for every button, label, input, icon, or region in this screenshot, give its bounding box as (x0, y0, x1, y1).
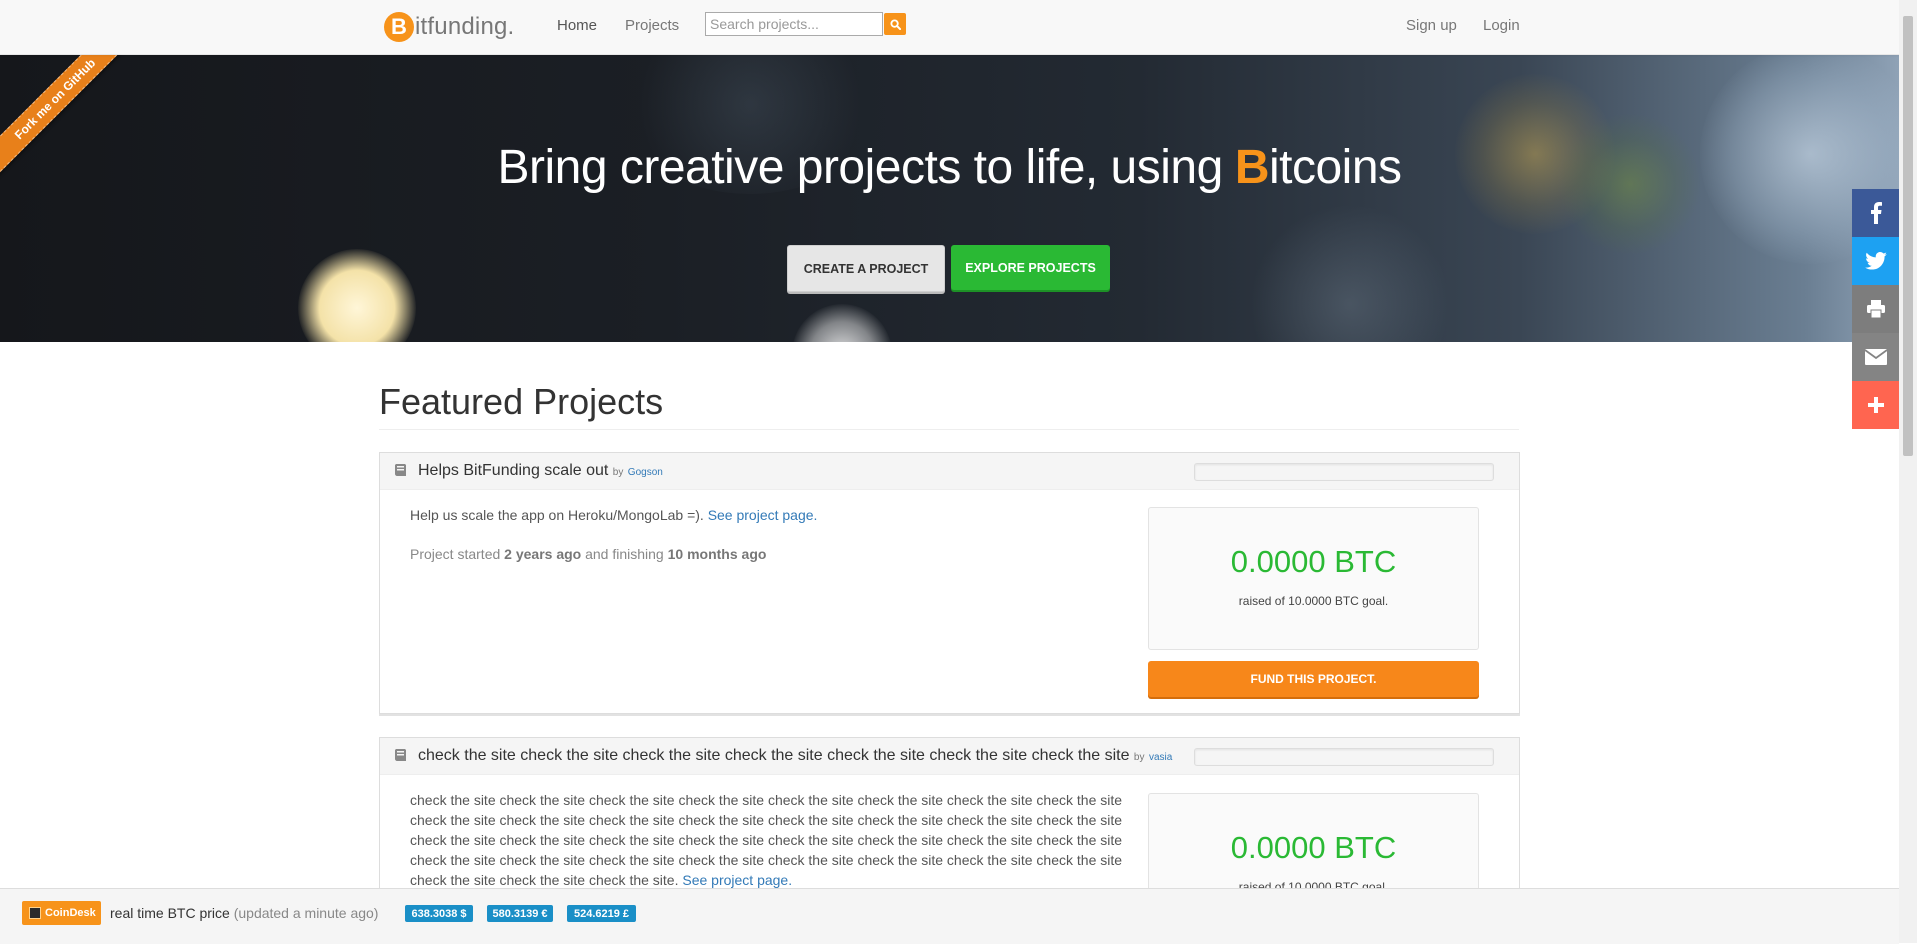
project-dates: Project started 2 years ago and finishin… (410, 546, 766, 562)
by-label: by (612, 467, 624, 478)
raised-amount: 0.0000 BTC (1230, 830, 1397, 865)
hero-banner: Bring creative projects to life, using Bi… (0, 54, 1899, 342)
btc-price-ticker: CoinDesk real time BTC price (updated a … (0, 888, 1899, 944)
see-project-page-link[interactable]: See project page. (708, 507, 818, 523)
navbar: B itfunding. Home Projects Sign up Login (0, 0, 1899, 55)
print-icon (1867, 300, 1885, 318)
bitcoin-symbol-icon: B (1234, 141, 1270, 194)
project-title: check the site check the site check the … (418, 747, 1172, 765)
project-description: Help us scale the app on Heroku/MongoLab… (410, 505, 817, 525)
fund-project-button[interactable]: FUND THIS PROJECT. (1148, 661, 1479, 697)
book-icon (395, 464, 406, 476)
meta-started-label: Project started (410, 546, 501, 562)
scrollbar-thumb[interactable] (1903, 16, 1913, 456)
ticker-label: real time BTC price (updated a minute ag… (110, 905, 378, 921)
share-email[interactable] (1852, 333, 1900, 381)
price-eur: 580.3139 € (487, 905, 553, 922)
share-print[interactable] (1852, 285, 1900, 333)
by-label: by (1133, 752, 1145, 763)
funding-progress-bar (1194, 748, 1494, 766)
price-usd: 638.3038 $ (405, 905, 473, 922)
bokeh-light (1250, 204, 1450, 342)
brand-logo[interactable]: B itfunding. (384, 12, 514, 42)
raised-goal-text: raised of 10.0000 BTC goal. (1238, 594, 1389, 608)
share-facebook[interactable] (1852, 189, 1900, 237)
nav-home[interactable]: Home (557, 17, 597, 34)
project-title: Helps BitFunding scale out by Gogson (418, 462, 663, 480)
search-button[interactable] (884, 13, 906, 35)
bitcoin-logo-icon: B (384, 12, 414, 42)
bokeh-light (298, 249, 416, 342)
nav-login[interactable]: Login (1483, 17, 1520, 34)
raised-amount: 0.0000 BTC (1230, 544, 1397, 579)
create-project-button[interactable]: CREATE A PROJECT (787, 245, 945, 292)
nav-projects[interactable]: Projects (625, 17, 679, 34)
hero-title: Bring creative projects to life, using Bi… (0, 140, 1899, 195)
share-twitter[interactable] (1852, 237, 1900, 285)
bokeh-light (792, 304, 892, 342)
search-icon (889, 18, 901, 30)
plus-icon (1868, 397, 1884, 413)
facebook-icon (1871, 202, 1882, 224)
featured-heading: Featured Projects (379, 381, 664, 422)
section-divider (379, 429, 1519, 430)
price-gbp: 524.6219 £ (567, 905, 636, 922)
see-project-page-link[interactable]: See project page. (682, 872, 792, 888)
project-author-link[interactable]: vasia (1149, 752, 1172, 763)
brand-name: itfunding. (415, 13, 515, 40)
coindesk-logo[interactable]: CoinDesk (22, 901, 101, 925)
ticker-updated: (updated a minute ago) (233, 905, 379, 921)
project-started-value: 2 years ago (504, 546, 582, 562)
twitter-icon (1865, 252, 1887, 270)
ticker-label-text: real time BTC price (110, 905, 230, 921)
project-author-link[interactable]: Gogson (628, 467, 663, 478)
project-card: Helps BitFunding scale out by Gogson Hel… (379, 452, 1520, 714)
search-input[interactable] (705, 12, 883, 36)
project-card-header: Helps BitFunding scale out by Gogson (380, 453, 1519, 490)
coindesk-label: CoinDesk (45, 907, 96, 919)
project-title-text[interactable]: check the site check the site check the … (418, 747, 1129, 764)
hero-title-text: Bring creative projects to life, using (497, 141, 1223, 194)
coindesk-icon (29, 907, 41, 919)
nav-sign-up[interactable]: Sign up (1406, 17, 1457, 34)
meta-finishing-label: and finishing (585, 546, 664, 562)
github-ribbon: Fork me on GitHub (0, 54, 150, 204)
fork-on-github-link[interactable]: Fork me on GitHub (0, 54, 135, 179)
project-title-text[interactable]: Helps BitFunding scale out (418, 462, 608, 479)
explore-projects-button[interactable]: EXPLORE PROJECTS (951, 245, 1110, 290)
share-more[interactable] (1852, 381, 1900, 429)
book-icon (395, 749, 406, 761)
email-icon (1865, 349, 1887, 365)
project-card-header: check the site check the site check the … (380, 738, 1519, 775)
project-description: check the site check the site check the … (410, 790, 1130, 890)
funding-progress-bar (1194, 463, 1494, 481)
page-scrollbar[interactable] (1899, 0, 1917, 943)
project-finishing-value: 10 months ago (667, 546, 767, 562)
raised-box: 0.0000 BTC raised of 10.0000 BTC goal. (1148, 507, 1479, 650)
hero-title-suffix: itcoins (1268, 141, 1402, 194)
project-description-text: Help us scale the app on Heroku/MongoLab… (410, 507, 704, 523)
